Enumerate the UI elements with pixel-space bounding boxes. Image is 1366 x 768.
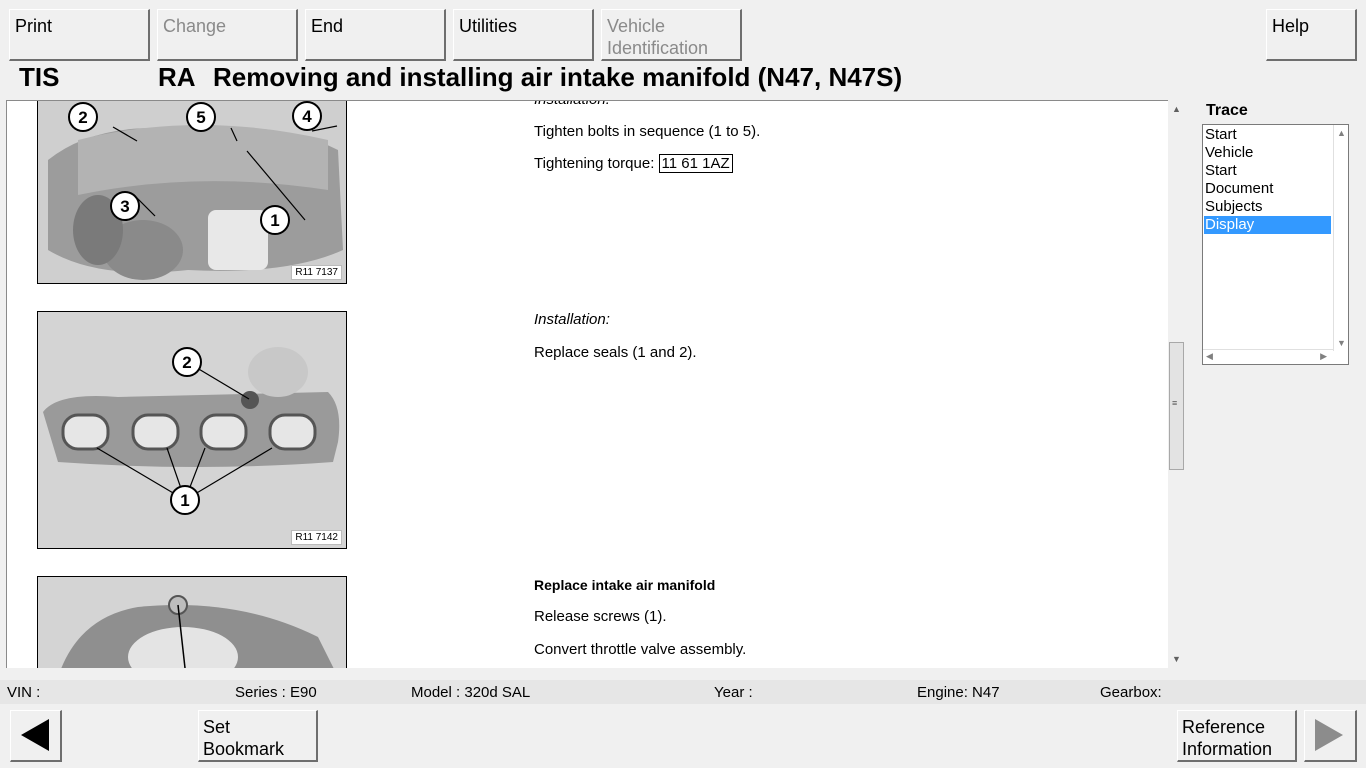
torque-row: Tightening torque: 11 61 1AZ bbox=[534, 154, 733, 173]
forward-button[interactable] bbox=[1304, 710, 1357, 762]
page-title: Removing and installing air intake manif… bbox=[213, 62, 903, 92]
trace-item-subjects[interactable]: Subjects bbox=[1204, 198, 1331, 216]
torque-label: Tightening torque: bbox=[534, 155, 655, 172]
section-heading: Installation: bbox=[534, 311, 610, 328]
help-button[interactable]: Help bbox=[1266, 9, 1357, 61]
document-scrollbar[interactable]: ▲ ≡ ▼ bbox=[1168, 100, 1185, 668]
app-name: TIS bbox=[19, 62, 60, 92]
scroll-down-icon[interactable]: ▼ bbox=[1337, 338, 1346, 348]
instruction-text: Convert throttle valve assembly. bbox=[534, 641, 747, 658]
callout-number: 3 bbox=[120, 197, 129, 216]
scrollbar-thumb[interactable]: ≡ bbox=[1169, 342, 1184, 470]
trace-item-start[interactable]: Start bbox=[1204, 126, 1331, 144]
callout-number: 2 bbox=[182, 353, 191, 372]
callout-number: 2 bbox=[78, 108, 87, 127]
grip-icon: ≡ bbox=[1172, 398, 1178, 408]
callout-number: 5 bbox=[196, 108, 205, 127]
print-button[interactable]: Print bbox=[9, 9, 150, 61]
trace-horizontal-scrollbar[interactable]: ◀ ▶ bbox=[1203, 349, 1333, 364]
figure-1-callouts: 1 2 3 4 5 bbox=[68, 101, 338, 235]
scroll-down-icon[interactable]: ▼ bbox=[1172, 654, 1181, 664]
callout-number: 1 bbox=[180, 491, 189, 510]
callout-number: 1 bbox=[270, 211, 279, 230]
vehicle-identification-button[interactable]: Vehicle Identification bbox=[601, 9, 742, 61]
trace-item-vehicle[interactable]: Vehicle bbox=[1204, 144, 1331, 162]
back-button[interactable] bbox=[10, 710, 62, 762]
trace-item-document[interactable]: Document bbox=[1204, 180, 1331, 198]
trace-title: Trace bbox=[1206, 102, 1248, 119]
engine-label: Engine: N47 bbox=[917, 684, 1000, 701]
figure-throttle-valve bbox=[37, 576, 347, 668]
doc-type-label: RA bbox=[158, 62, 196, 92]
document-view[interactable]: R11 7137 R11 7142 1 2 3 4 5 1 2 Tighten … bbox=[6, 100, 1185, 668]
throttle-valve-illustration bbox=[38, 577, 346, 668]
callout-number: 4 bbox=[302, 107, 312, 126]
change-button[interactable]: Change bbox=[157, 9, 298, 61]
series-label: Series : E90 bbox=[235, 684, 317, 701]
torque-reference-link[interactable]: 11 61 1AZ bbox=[658, 154, 733, 173]
end-button[interactable]: End bbox=[305, 9, 446, 61]
model-label: Model : 320d SAL bbox=[411, 684, 531, 701]
section-heading: Replace intake air manifold bbox=[534, 577, 716, 593]
triangle-right-icon bbox=[1315, 719, 1343, 751]
reference-information-button[interactable]: Reference Information bbox=[1177, 710, 1297, 762]
figure-2-callouts: 12 bbox=[96, 347, 273, 515]
scroll-left-icon[interactable]: ◀ bbox=[1206, 351, 1213, 362]
year-label: Year : bbox=[714, 684, 753, 701]
trace-item-start[interactable]: Start bbox=[1204, 162, 1331, 180]
utilities-button[interactable]: Utilities bbox=[453, 9, 594, 61]
vin-label: VIN : bbox=[7, 684, 41, 701]
section-heading: Installation: bbox=[534, 101, 610, 108]
trace-vertical-scrollbar[interactable]: ▲ ▼ bbox=[1333, 125, 1348, 351]
gearbox-label: Gearbox: bbox=[1100, 684, 1162, 701]
triangle-left-icon bbox=[21, 719, 49, 751]
vehicle-status-bar: VIN : Series : E90 Model : 320d SAL Year… bbox=[0, 680, 1366, 704]
instruction-text: Tighten bolts in sequence (1 to 5). bbox=[534, 123, 761, 140]
set-bookmark-button[interactable]: Set Bookmark bbox=[198, 710, 318, 762]
instruction-text: Release screws (1). bbox=[534, 608, 667, 625]
instruction-text: Replace seals (1 and 2). bbox=[534, 344, 697, 361]
scroll-up-icon[interactable]: ▲ bbox=[1172, 104, 1181, 114]
scroll-up-icon[interactable]: ▲ bbox=[1337, 128, 1346, 138]
scroll-right-icon[interactable]: ▶ bbox=[1320, 351, 1327, 362]
trace-list[interactable]: Start Vehicle Start Document Subjects Di… bbox=[1202, 124, 1349, 365]
trace-item-display[interactable]: Display bbox=[1204, 216, 1331, 234]
